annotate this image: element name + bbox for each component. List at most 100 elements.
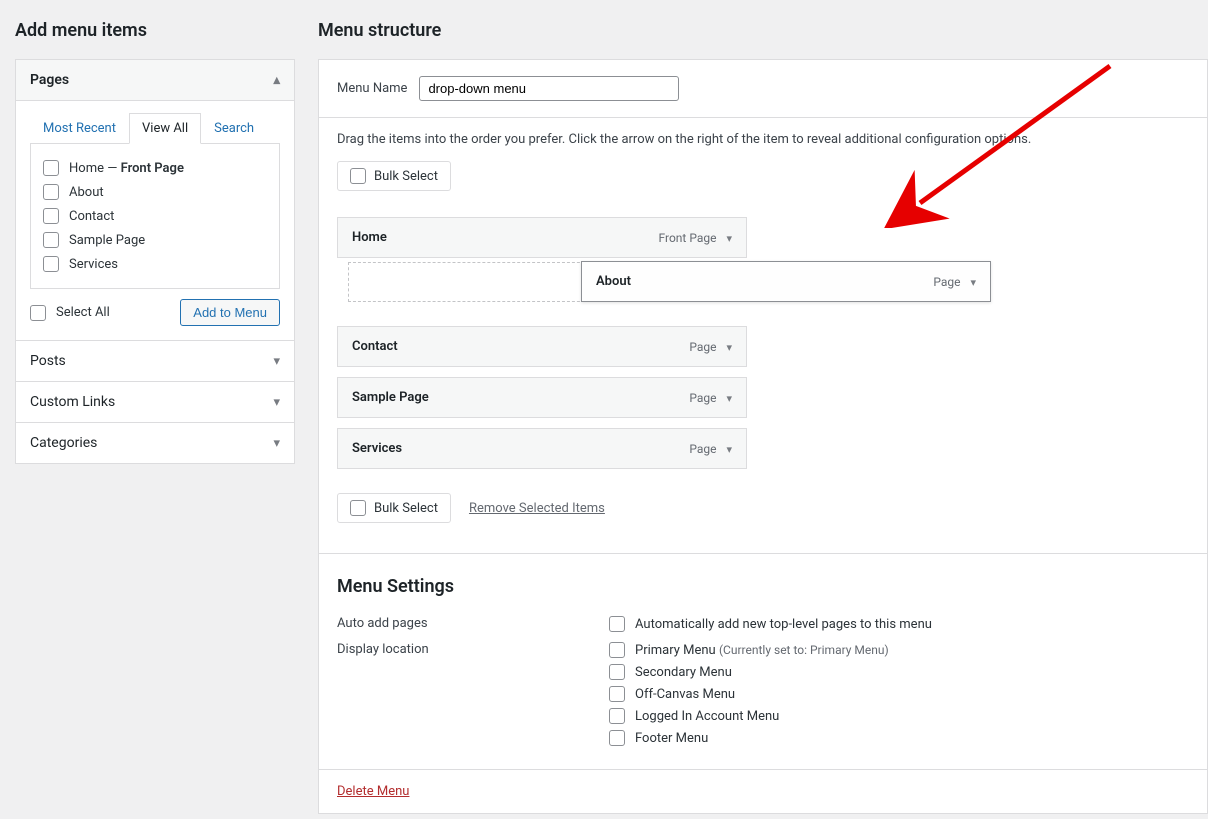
auto-add-row: Auto add pages Automatically add new top… — [337, 611, 1189, 637]
accordion-posts-label: Posts — [30, 353, 66, 369]
menu-item-title: Contact — [352, 339, 398, 354]
menu-settings: Menu Settings Auto add pages Automatical… — [319, 554, 1207, 770]
location-checkbox[interactable] — [609, 708, 625, 724]
remove-selected-link[interactable]: Remove Selected Items — [469, 501, 605, 516]
select-all-row: Select All Add to Menu — [30, 299, 280, 326]
location-secondary-menu[interactable]: Secondary Menu — [609, 664, 889, 680]
chevron-down-icon[interactable] — [726, 340, 732, 354]
accordion-categories-label: Categories — [30, 435, 97, 451]
menu-item-type: Page — [933, 275, 976, 289]
page-row-about[interactable]: About — [43, 180, 267, 204]
caret-down-icon — [273, 353, 280, 369]
location-checkbox[interactable] — [609, 642, 625, 658]
bulk-select-toggle-top[interactable]: Bulk Select — [337, 161, 451, 191]
menu-name-row: Menu Name — [319, 60, 1207, 118]
menu-structure-panel: Menu structure Menu Name Drag the items … — [318, 0, 1208, 814]
select-all-text: Select All — [56, 305, 110, 320]
page-checkbox-contact[interactable] — [43, 208, 59, 224]
menu-name-label: Menu Name — [337, 81, 407, 96]
accordion-posts-header[interactable]: Posts — [16, 340, 294, 382]
location-footer-menu[interactable]: Footer Menu — [609, 730, 889, 746]
bulk-select-toggle-bottom[interactable]: Bulk Select — [337, 493, 451, 523]
menu-name-input[interactable] — [419, 76, 679, 101]
footer-row: Delete Menu — [319, 770, 1207, 813]
chevron-down-icon[interactable] — [970, 275, 976, 289]
bulk-select-checkbox-bottom[interactable] — [350, 500, 366, 516]
select-all-label[interactable]: Select All — [30, 305, 110, 321]
page-row-contact[interactable]: Contact — [43, 204, 267, 228]
add-menu-items-panel: Add menu items Pages Most Recent View Al… — [15, 0, 295, 464]
page-checkbox-home[interactable] — [43, 160, 59, 176]
location-primary-menu[interactable]: Primary Menu (Currently set to: Primary … — [609, 642, 889, 658]
auto-add-option[interactable]: Automatically add new top-level pages to… — [609, 616, 932, 632]
tab-search[interactable]: Search — [201, 113, 267, 144]
page-row-home[interactable]: Home — Front Page — [43, 156, 267, 180]
bulk-select-row-top: Bulk Select — [319, 153, 1207, 207]
auto-add-text: Automatically add new top-level pages to… — [635, 617, 932, 632]
menu-settings-title: Menu Settings — [337, 576, 1189, 597]
menu-items-area: Home Front Page Contact Page Sample Page — [319, 207, 1207, 554]
location-checkbox[interactable] — [609, 664, 625, 680]
tabs: Most Recent View All Search — [30, 113, 280, 144]
accordion: Pages Most Recent View All Search Home —… — [15, 59, 295, 464]
page-checkbox-services[interactable] — [43, 256, 59, 272]
location-label: Off-Canvas Menu — [635, 687, 735, 702]
menu-item-type: Front Page — [659, 231, 732, 245]
bulk-select-checkbox-top[interactable] — [350, 168, 366, 184]
chevron-down-icon[interactable] — [726, 231, 732, 245]
page-checkbox-about[interactable] — [43, 184, 59, 200]
menu-item-type: Page — [689, 340, 732, 354]
page-row-sample-page[interactable]: Sample Page — [43, 228, 267, 252]
add-menu-items-title: Add menu items — [15, 20, 295, 41]
location-checkbox[interactable] — [609, 686, 625, 702]
bulk-select-row-bottom: Bulk Select Remove Selected Items — [337, 493, 1189, 523]
add-to-menu-button[interactable]: Add to Menu — [180, 299, 280, 326]
auto-add-checkbox[interactable] — [609, 616, 625, 632]
instructions-text: Drag the items into the order you prefer… — [319, 118, 1207, 153]
location-label: Primary Menu (Currently set to: Primary … — [635, 643, 889, 658]
caret-down-icon — [273, 394, 280, 410]
menu-item-title: About — [596, 274, 631, 289]
menu-item-title: Services — [352, 441, 402, 456]
page-row-services[interactable]: Services — [43, 252, 267, 276]
auto-add-label: Auto add pages — [337, 616, 609, 632]
accordion-pages-label: Pages — [30, 72, 69, 88]
caret-down-icon — [273, 435, 280, 451]
delete-menu-link[interactable]: Delete Menu — [337, 784, 409, 799]
display-location-label: Display location — [337, 642, 609, 746]
location-logged-in-account-menu[interactable]: Logged In Account Menu — [609, 708, 889, 724]
accordion-pages-header[interactable]: Pages — [16, 60, 294, 101]
page-label: Services — [69, 257, 118, 272]
pages-list: Home — Front Page About Contact Sample P… — [30, 144, 280, 289]
page-label: Contact — [69, 209, 114, 224]
menu-item-type: Page — [689, 442, 732, 456]
menu-item-contact[interactable]: Contact Page — [337, 326, 747, 367]
location-label: Logged In Account Menu — [635, 709, 779, 724]
location-checkbox[interactable] — [609, 730, 625, 746]
page-label: About — [69, 185, 104, 200]
page-label: Sample Page — [69, 233, 145, 248]
menu-item-sample-page[interactable]: Sample Page Page — [337, 377, 747, 418]
chevron-down-icon[interactable] — [726, 442, 732, 456]
menu-item-about-dragging[interactable]: About Page — [581, 261, 991, 302]
menu-item-home[interactable]: Home Front Page — [337, 217, 747, 258]
menu-item-title: Home — [352, 230, 387, 245]
select-all-checkbox[interactable] — [30, 305, 46, 321]
accordion-pages-body: Most Recent View All Search Home — Front… — [16, 101, 294, 340]
accordion-categories-header[interactable]: Categories — [16, 423, 294, 463]
menu-item-type: Page — [689, 391, 732, 405]
bulk-select-label: Bulk Select — [374, 501, 438, 516]
location-off-canvas-menu[interactable]: Off-Canvas Menu — [609, 686, 889, 702]
tab-most-recent[interactable]: Most Recent — [30, 113, 129, 144]
bulk-select-label: Bulk Select — [374, 169, 438, 184]
location-label: Secondary Menu — [635, 665, 732, 680]
page-checkbox-sample-page[interactable] — [43, 232, 59, 248]
caret-up-icon — [273, 72, 280, 88]
accordion-custom-links-header[interactable]: Custom Links — [16, 382, 294, 423]
menu-structure-box: Menu Name Drag the items into the order … — [318, 59, 1208, 814]
menu-item-services[interactable]: Services Page — [337, 428, 747, 469]
chevron-down-icon[interactable] — [726, 391, 732, 405]
accordion-custom-links-label: Custom Links — [30, 394, 115, 410]
display-location-options: Primary Menu (Currently set to: Primary … — [609, 642, 889, 746]
tab-view-all[interactable]: View All — [129, 113, 201, 144]
